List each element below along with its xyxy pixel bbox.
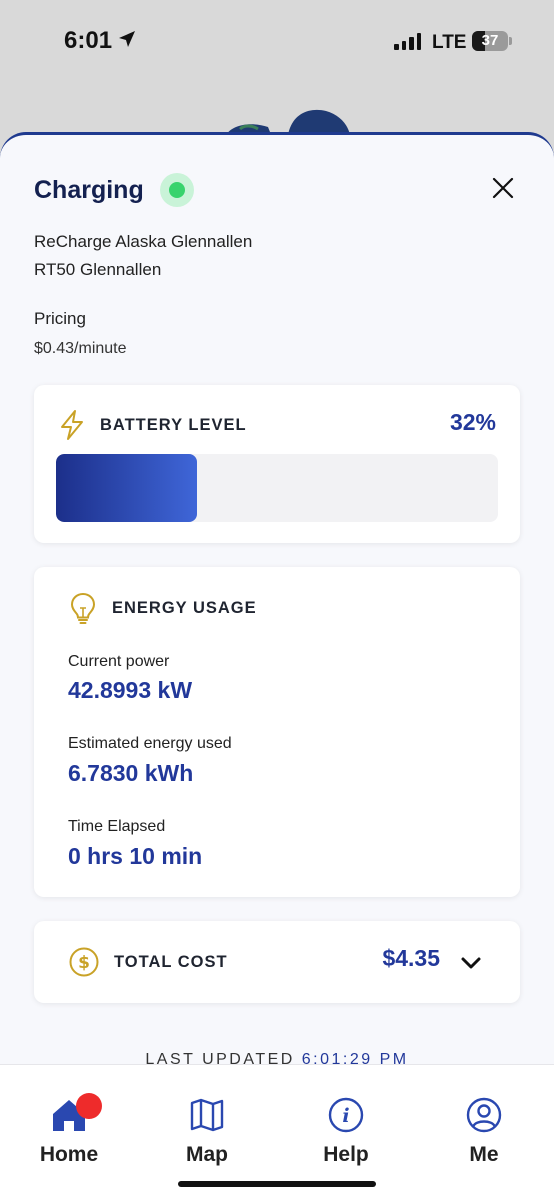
pricing-value: $0.43/minute [34, 340, 127, 357]
tab-home-label: Home [39, 1143, 99, 1166]
energy-card-title: ENERGY USAGE [112, 598, 257, 617]
station-name: ReCharge Alaska Glennallen [34, 232, 253, 251]
current-power-value: 42.8993 kW [68, 677, 193, 703]
status-time: 6:01 [64, 27, 113, 54]
tab-me-label: Me [469, 1143, 499, 1166]
tab-map-label: Map [186, 1143, 228, 1166]
title-row: Charging [34, 173, 194, 207]
notification-badge [76, 1093, 102, 1119]
info-icon: i [328, 1097, 364, 1133]
energy-used-label: Estimated energy used [68, 735, 232, 752]
energy-usage-card: ENERGY USAGE Current power 42.8993 kW Es… [34, 567, 520, 897]
battery-level-card: BATTERY LEVEL 32% [34, 385, 520, 543]
user-icon [466, 1097, 502, 1133]
close-icon[interactable] [490, 175, 516, 201]
home-indicator [178, 1181, 376, 1187]
energy-card-header: ENERGY USAGE [68, 591, 257, 625]
total-cost-card[interactable]: $ TOTAL COST $4.35 [34, 921, 520, 1003]
svg-text:$: $ [78, 953, 90, 973]
pricing-label: Pricing [34, 309, 86, 328]
battery-card-header: BATTERY LEVEL [58, 409, 247, 441]
battery-icon: 37 [472, 31, 508, 51]
charging-sheet: Charging ReCharge Alaska Glennallen RT50… [0, 132, 554, 1200]
battery-progress-fill [56, 454, 198, 522]
sheet-title: Charging [34, 175, 144, 204]
bottom-tab-bar: Home Map i Help Me [0, 1064, 554, 1200]
location-arrow-icon [119, 31, 135, 47]
time-elapsed-label: Time Elapsed [68, 818, 166, 835]
current-power-label: Current power [68, 653, 170, 670]
lightbulb-icon [70, 592, 96, 624]
tab-help[interactable]: i Help [291, 1095, 401, 1167]
lightning-bolt-icon [61, 410, 83, 440]
station-address: RT50 Glennallen [34, 260, 162, 279]
chevron-down-icon[interactable] [460, 955, 482, 971]
energy-used-value: 6.7830 kWh [68, 760, 194, 786]
battery-tip [509, 37, 512, 45]
battery-level-text: 37 [481, 32, 499, 49]
charging-status-indicator [159, 173, 194, 207]
battery-progress-track [56, 454, 498, 522]
battery-percent: 32% [449, 409, 496, 435]
tab-help-label: Help [323, 1143, 369, 1166]
total-cost-value: $4.35 [382, 945, 440, 971]
time-elapsed-value: 0 hrs 10 min [68, 843, 203, 869]
svg-text:i: i [342, 1105, 349, 1127]
tab-map[interactable]: Map [152, 1095, 262, 1167]
dollar-coin-icon: $ [69, 947, 99, 977]
cellular-signal-icon [394, 33, 421, 50]
cost-card-title: TOTAL COST [114, 952, 228, 971]
status-bar: 6:01 LTE 37 [0, 0, 554, 84]
map-icon [190, 1098, 224, 1132]
tab-home[interactable]: Home [14, 1093, 124, 1167]
tab-me[interactable]: Me [429, 1095, 539, 1167]
cost-card-header: $ TOTAL COST [68, 946, 228, 978]
network-type: LTE [432, 32, 467, 53]
battery-card-title: BATTERY LEVEL [100, 415, 247, 434]
